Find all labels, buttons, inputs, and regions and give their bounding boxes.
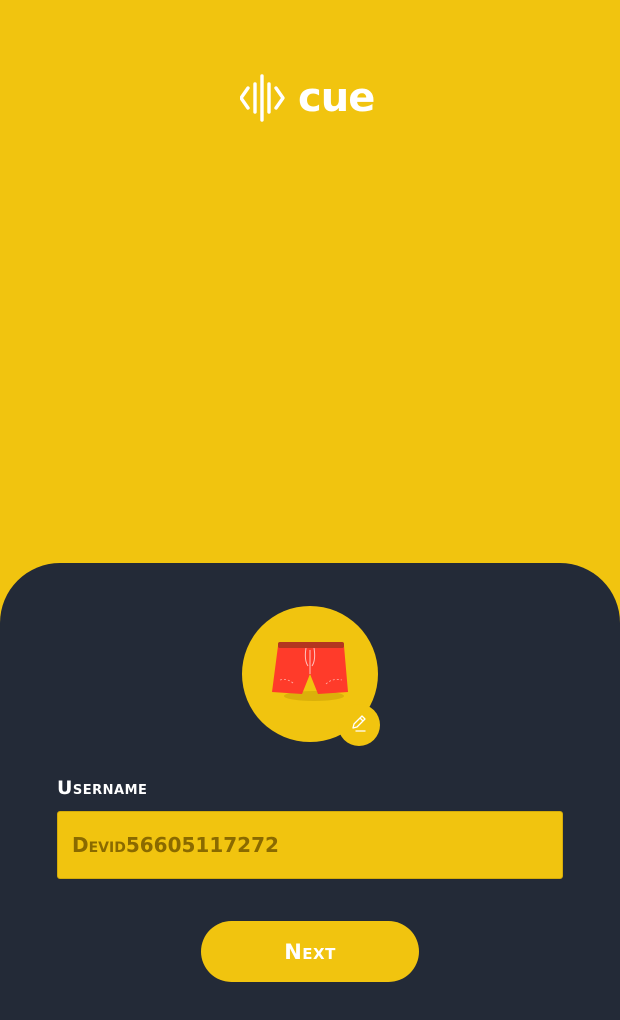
username-label: Username	[57, 777, 148, 799]
next-button[interactable]: Next	[201, 921, 419, 982]
avatar-container	[242, 606, 380, 746]
shorts-icon	[268, 640, 352, 708]
pencil-icon	[349, 713, 369, 737]
profile-panel: Username Next	[0, 563, 620, 1020]
app-screen: cue Username Devid56605117272 Next	[0, 0, 620, 1020]
logo-text: cue	[298, 75, 375, 121]
edit-avatar-button[interactable]	[338, 704, 380, 746]
app-logo: cue	[240, 74, 380, 122]
sound-wave-logo-icon	[240, 74, 290, 122]
username-input[interactable]	[57, 811, 563, 879]
